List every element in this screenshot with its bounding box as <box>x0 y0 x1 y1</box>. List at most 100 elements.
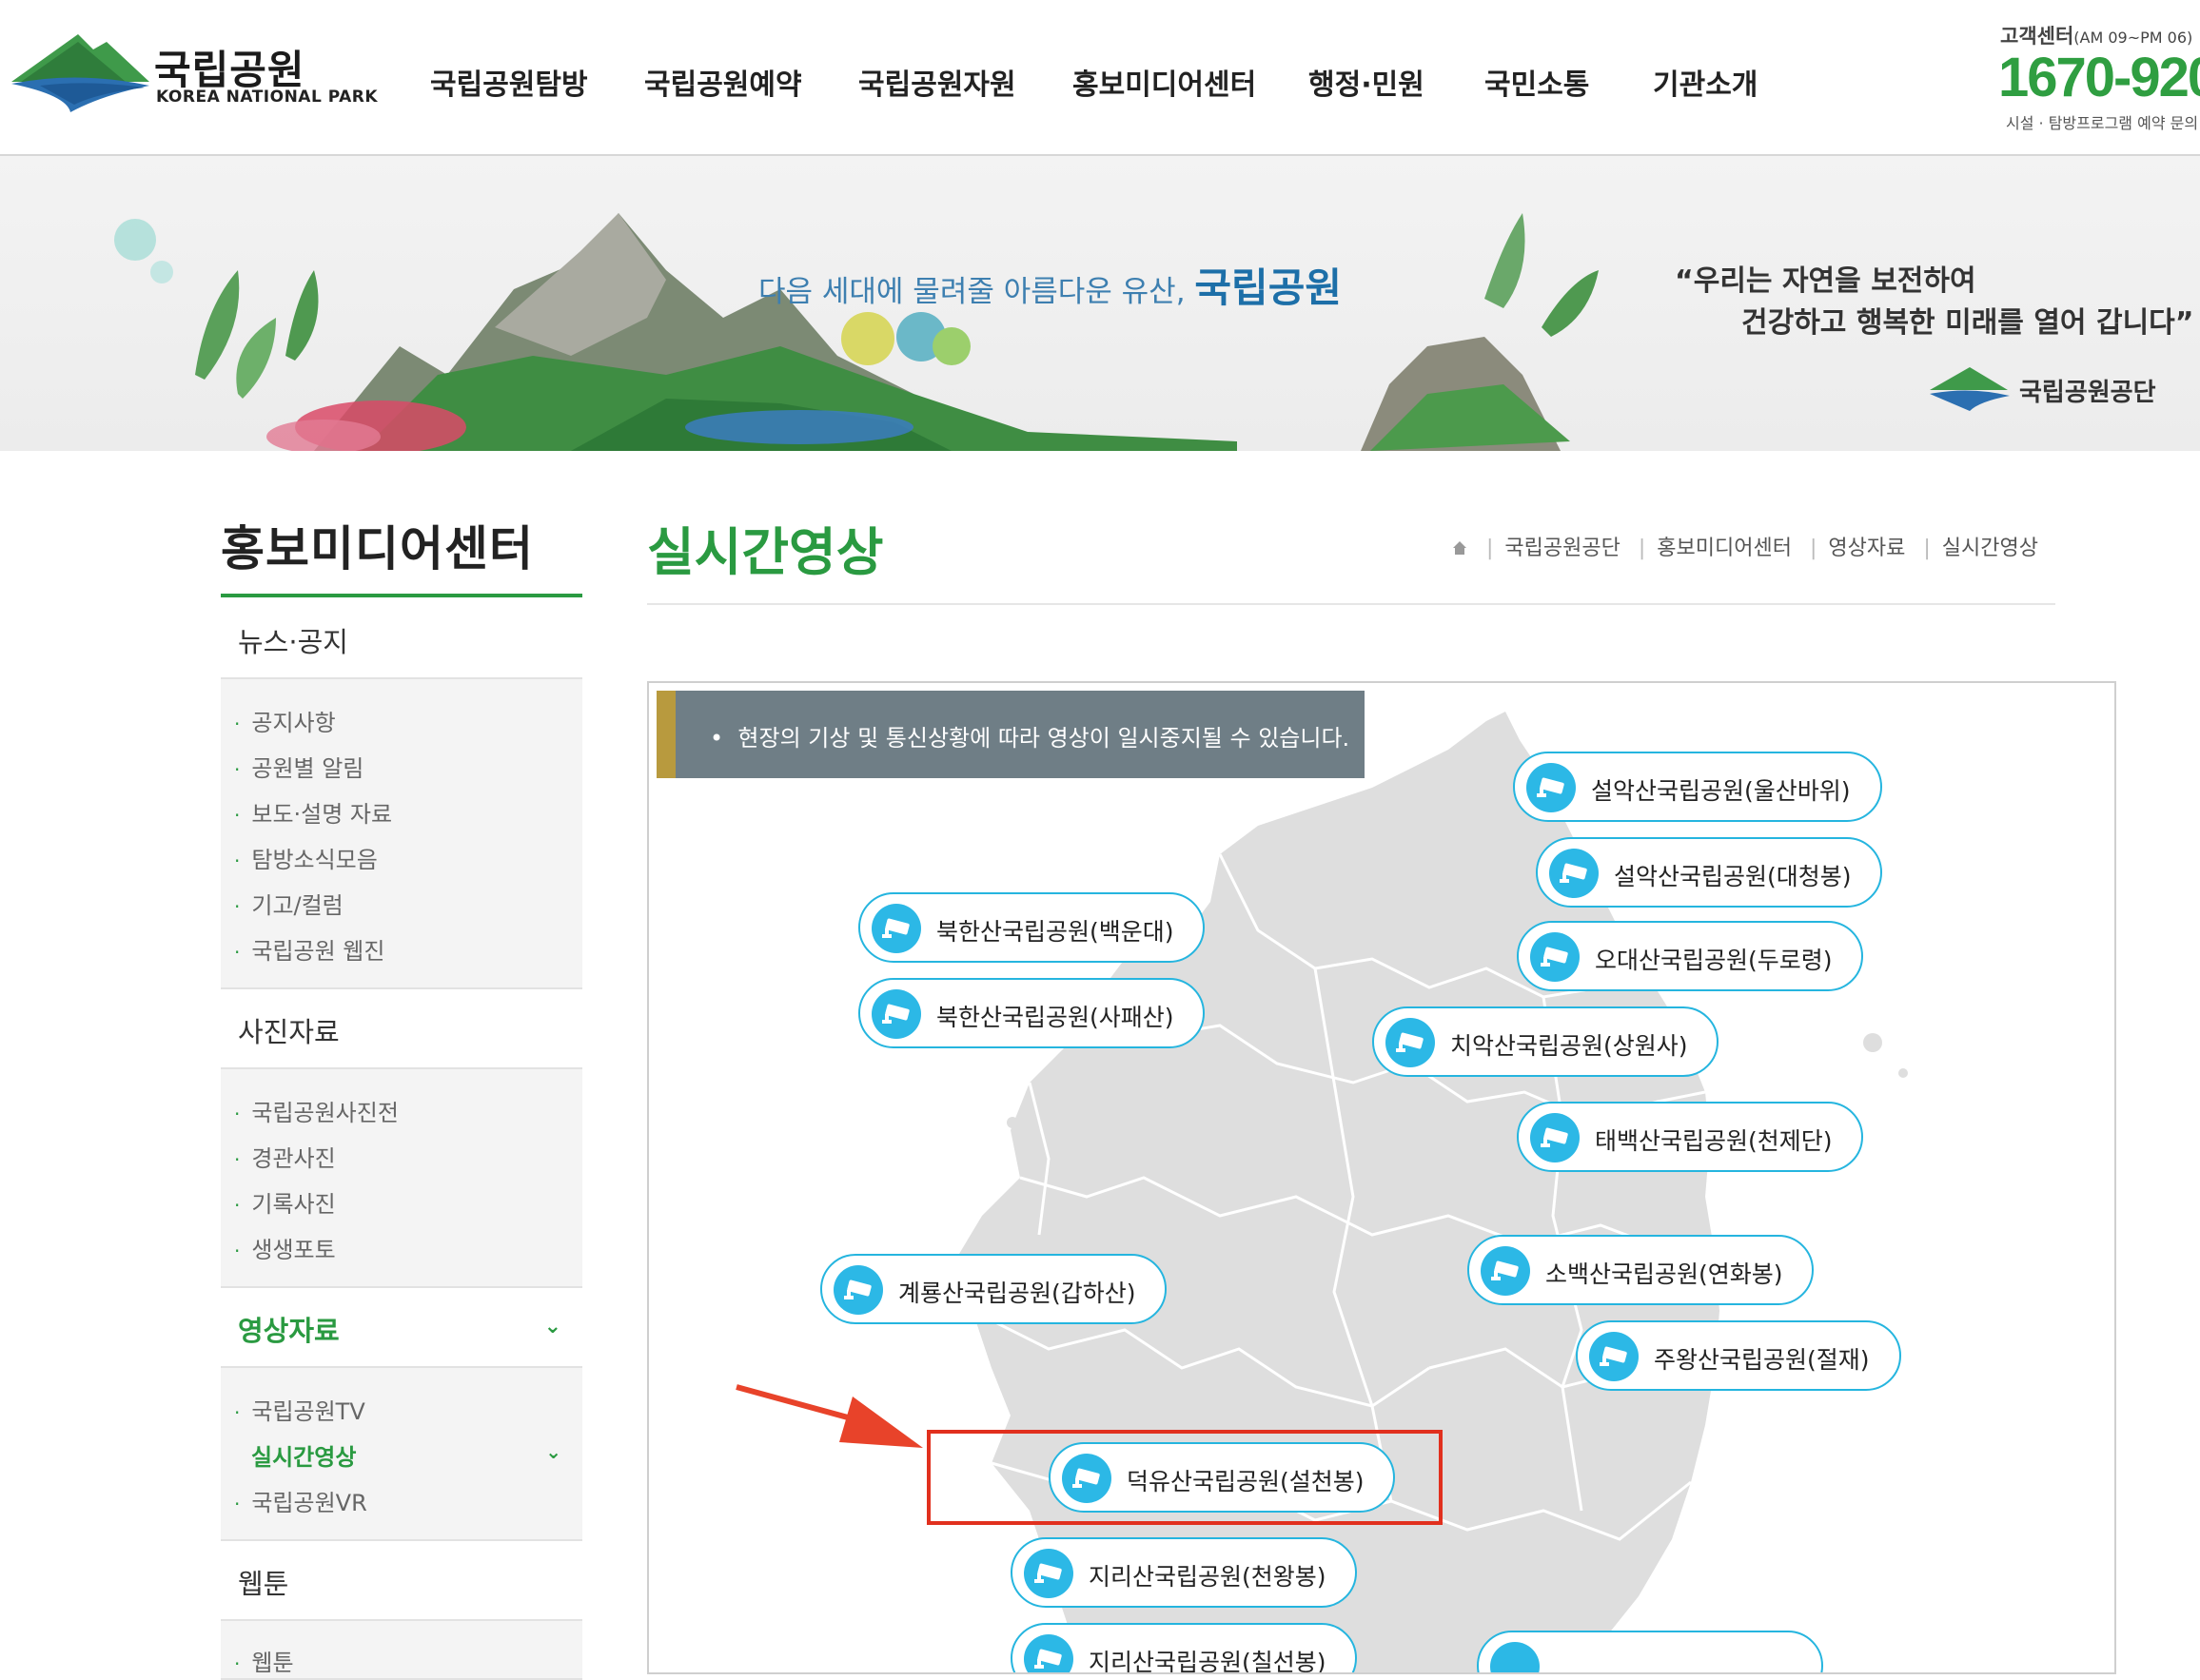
sidebar-item-tour-news[interactable]: · 탐방소식모음 <box>234 841 378 874</box>
cctv-camera-icon <box>834 1265 883 1315</box>
chevron-down-icon: ⌄ <box>543 1315 561 1338</box>
sidebar-item-park-tv[interactable]: · 국립공원TV <box>234 1393 365 1426</box>
cs-title-text: 고객센터 <box>2000 25 2074 48</box>
cctv-camera-icon <box>1589 1332 1639 1381</box>
park-cam-jirisan-chilseonbong[interactable]: 지리산국립공원(칠선봉) <box>1011 1623 1357 1672</box>
sidebar-title: 홍보미디어센터 <box>221 521 534 576</box>
sidebar-submenu-webtoon: · 웹툰 <box>221 1621 582 1680</box>
nav-communication[interactable]: 국민소통 <box>1484 61 1589 103</box>
sidebar-group-videos[interactable]: 영상자료 ⌄ <box>221 1288 582 1368</box>
hero-banner: 다음 세대에 물려줄 아름다운 유산, 국립공원 “우리는 자연을 보전하여 건… <box>0 156 2200 451</box>
sidebar-item-webtoon[interactable]: · 웹툰 <box>234 1644 294 1677</box>
home-icon[interactable] <box>1451 538 1468 562</box>
sidebar-item-label: 공지사항 <box>251 710 336 736</box>
park-label: 지리산국립공원(천왕봉) <box>1089 1563 1326 1591</box>
park-cam-odaesan-durong[interactable]: 오대산국립공원(두로령) <box>1517 921 1863 991</box>
park-cam-bukhansan-baegundae[interactable]: 북한산국립공원(백운대) <box>858 892 1205 963</box>
park-label: 치악산국립공원(상원사) <box>1450 1032 1688 1060</box>
sidebar-item-label: 웹툰 <box>251 1650 294 1676</box>
breadcrumb-item-live[interactable]: 실시간영상 <box>1942 537 2038 560</box>
customer-center-phone[interactable]: 1670-9201 <box>1998 46 2200 109</box>
park-cam-chiaksan-sangwonsa[interactable]: 치악산국립공원(상원사) <box>1372 1006 1719 1077</box>
sidebar-item-park-alerts[interactable]: · 공원별 알림 <box>234 750 363 783</box>
sidebar-item-label: 공원별 알림 <box>251 755 364 782</box>
sidebar-item-label: 국립공원사진전 <box>251 1100 399 1126</box>
nav-tour[interactable]: 국립공원탐방 <box>430 61 588 103</box>
nav-media-center[interactable]: 홍보미디어센터 <box>1072 61 1256 103</box>
breadcrumb-item-videos[interactable]: 영상자료 <box>1828 537 1905 560</box>
park-cam-partial[interactable] <box>1477 1631 1823 1672</box>
sidebar-item-label: 실시간영상 <box>251 1444 357 1471</box>
sidebar-item-webzine[interactable]: · 국립공원 웹진 <box>234 932 384 966</box>
banner-quote: “우리는 자연을 보전하여 건강하고 행복한 미래를 열어 갑니다” <box>1675 261 2194 344</box>
breadcrumb-item-media[interactable]: 홍보미디어센터 <box>1657 537 1792 560</box>
sidebar-group-news[interactable]: 뉴스·공지 <box>221 599 582 679</box>
logo-text-en: KOREA NATIONAL PARK <box>156 88 379 107</box>
cctv-camera-icon <box>1549 849 1599 898</box>
park-cam-jirisan-cheonwangbong[interactable]: 지리산국립공원(천왕봉) <box>1011 1537 1357 1608</box>
chevron-down-icon: ⌄ <box>545 1440 561 1463</box>
sidebar-submenu-news: · 공지사항 · 공원별 알림 · 보도·설명 자료 · 탐방소식모음 · 기고/컬럼 ·… <box>221 679 582 989</box>
sidebar-item-live-video[interactable]: 실시간영상 <box>251 1438 356 1472</box>
sidebar-item-label: 국립공원TV <box>251 1398 365 1425</box>
mountain-logo-icon <box>11 34 149 112</box>
sidebar-item-label: 보도·설명 자료 <box>251 801 393 828</box>
cctv-camera-icon <box>1530 932 1580 982</box>
park-cam-taebaeksan-cheonjedan[interactable]: 태백산국립공원(천제단) <box>1517 1102 1863 1172</box>
nav-admin[interactable]: 행정·민원 <box>1308 61 1424 103</box>
sidebar-item-label: 탐방소식모음 <box>251 847 378 873</box>
park-cam-seoraksan-ulsanbawi[interactable]: 설악산국립공원(울산바위) <box>1513 752 1882 822</box>
quote-line-2: 건강하고 행복한 미래를 열어 갑니다” <box>1741 306 2194 340</box>
sidebar-item-press[interactable]: · 보도·설명 자료 <box>234 795 392 829</box>
park-label: 오대산국립공원(두로령) <box>1595 947 1833 974</box>
page-title: 실시간영상 <box>647 522 884 582</box>
nav-reservation[interactable]: 국립공원예약 <box>644 61 802 103</box>
park-label: 북한산국립공원(백운대) <box>936 918 1174 946</box>
cctv-camera-icon <box>1024 1549 1073 1598</box>
sidebar-group-label: 사진자료 <box>238 1016 340 1048</box>
slogan-emphasis: 국립공원 <box>1194 264 1342 311</box>
breadcrumb: | 국립공원공단 | 홍보미디어센터 | 영상자료 | 실시간영상 <box>1451 531 2038 562</box>
site-logo[interactable]: 국립공원 KOREA NATIONAL PARK <box>11 29 378 114</box>
banner-org-name: 국립공원공단 <box>2019 379 2156 407</box>
cctv-camera-icon <box>872 904 921 953</box>
park-cam-juwangsan-jeoljae[interactable]: 주왕산국립공원(절재) <box>1576 1320 1901 1391</box>
sidebar-group-photos[interactable]: 사진자료 <box>221 989 582 1069</box>
highlight-box <box>927 1430 1443 1525</box>
park-cam-seoraksan-daecheongbong[interactable]: 설악산국립공원(대청봉) <box>1536 837 1882 908</box>
banner-slogan: 다음 세대에 물려줄 아름다운 유산, 국립공원 <box>758 256 1342 314</box>
customer-center: 고객센터(AM 09~PM 06) 1670-9201 시설 · 탐방프로그램 … <box>1998 17 2200 131</box>
sidebar-submenu-videos: · 국립공원TV 실시간영상 ⌄ · 국립공원VR <box>221 1368 582 1541</box>
cctv-camera-icon <box>1526 763 1576 812</box>
sidebar-item-column[interactable]: · 기고/컬럼 <box>234 887 344 920</box>
sidebar-item-landscape[interactable]: · 경관사진 <box>234 1140 336 1173</box>
notice-accent-bar <box>657 691 676 778</box>
sidebar-item-label: 경관사진 <box>251 1145 336 1172</box>
cs-hours: (AM 09~PM 06) <box>2073 29 2193 47</box>
park-label: 소백산국립공원(연화봉) <box>1545 1260 1783 1288</box>
breadcrumb-item-org[interactable]: 국립공원공단 <box>1504 537 1620 560</box>
title-divider <box>647 603 2055 605</box>
park-cam-sobaeksan-yeonhwabong[interactable]: 소백산국립공원(연화봉) <box>1467 1235 1814 1305</box>
nav-about[interactable]: 기관소개 <box>1653 61 1758 103</box>
cctv-camera-icon <box>872 989 921 1039</box>
park-cam-bukhansan-sapaesan[interactable]: 북한산국립공원(사패산) <box>858 978 1205 1048</box>
cctv-camera-icon <box>1530 1113 1580 1162</box>
sidebar-group-label: 뉴스·공지 <box>238 626 348 658</box>
park-label: 설악산국립공원(대청봉) <box>1614 863 1852 890</box>
sidebar-item-park-vr[interactable]: · 국립공원VR <box>234 1484 367 1517</box>
sidebar-item-live-photo[interactable]: · 생생포토 <box>234 1231 336 1264</box>
sidebar-group-webtoon[interactable]: 웹툰 <box>221 1541 582 1621</box>
sidebar-item-notice[interactable]: · 공지사항 <box>234 704 336 737</box>
cctv-camera-icon <box>1385 1018 1435 1067</box>
notice-banner: • 현장의 기상 및 통신상황에 따라 영상이 일시중지될 수 있습니다. <box>657 691 1365 778</box>
sidebar-group-label: 웹툰 <box>238 1568 289 1600</box>
sidebar-item-photo-contest[interactable]: · 국립공원사진전 <box>234 1094 399 1127</box>
sidebar-item-records[interactable]: · 기록사진 <box>234 1185 336 1219</box>
nav-resources[interactable]: 국립공원자원 <box>858 61 1016 103</box>
park-cam-gyeryongsan-gaphasan[interactable]: 계룡산국립공원(갑하산) <box>820 1254 1167 1324</box>
slogan-prefix: 다음 세대에 물려줄 아름다운 유산, <box>758 275 1186 309</box>
sidebar-group-label: 영상자료 <box>238 1315 340 1347</box>
live-video-map: • 현장의 기상 및 통신상황에 따라 영상이 일시중지될 수 있습니다. 설악… <box>647 681 2116 1674</box>
park-label: 계룡산국립공원(갑하산) <box>898 1280 1136 1307</box>
